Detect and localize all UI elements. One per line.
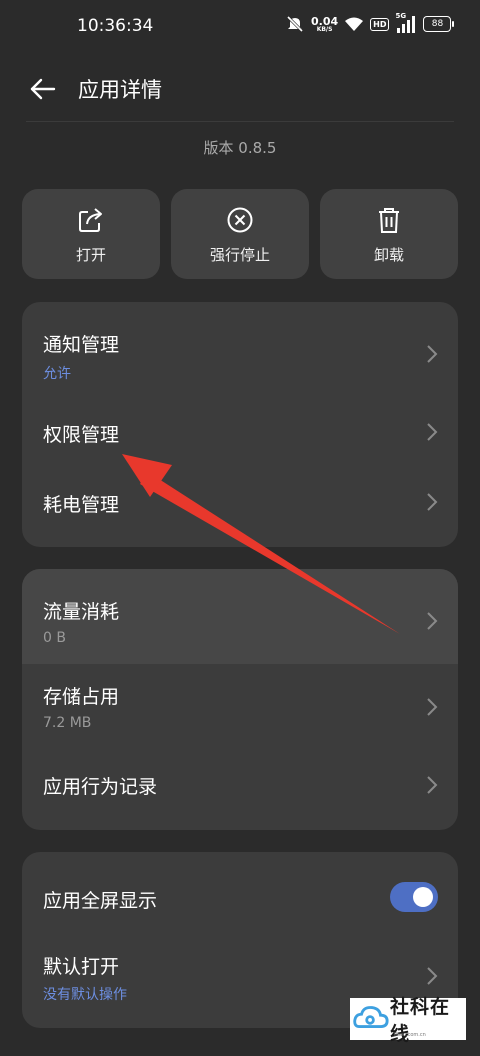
status-bar: 10:36:34 0.04 KB/S HD 5G 88: [0, 0, 480, 56]
chevron-right-icon: [427, 967, 438, 985]
app-behavior-record-item[interactable]: 应用行为记录: [22, 748, 458, 830]
fullscreen-display-title: 应用全屏显示: [43, 890, 158, 912]
fullscreen-display-item: 应用全屏显示: [22, 852, 458, 942]
app-behavior-record-title: 应用行为记录: [43, 776, 158, 798]
chevron-right-icon: [427, 612, 438, 630]
back-arrow-icon[interactable]: [28, 74, 58, 104]
chevron-right-icon: [427, 345, 438, 363]
data-usage-item[interactable]: 流量消耗 0 B: [22, 569, 458, 664]
watermark-url: tlsoo.com.cn: [394, 1032, 426, 1038]
chevron-right-icon: [427, 423, 438, 441]
notification-management-item[interactable]: 通知管理 允许: [22, 302, 458, 400]
storage-usage-item[interactable]: 存储占用 7.2 MB: [22, 664, 458, 748]
chevron-right-icon: [427, 493, 438, 511]
open-button-label: 打开: [75, 246, 106, 264]
permission-management-title: 权限管理: [43, 424, 120, 446]
storage-usage-title: 存储占用: [43, 686, 120, 708]
uninstall-button-label: 卸载: [373, 246, 404, 264]
battery-management-title: 耗电管理: [43, 494, 120, 516]
chevron-right-icon: [427, 776, 438, 794]
management-card: 通知管理 允许 权限管理 耗电管理: [22, 302, 458, 547]
header-divider: [26, 121, 454, 122]
page-title: 应用详情: [78, 78, 162, 102]
battery-management-item[interactable]: 耗电管理: [22, 464, 458, 547]
app-version: 版本 0.8.5: [203, 139, 277, 157]
app-bar: 应用详情: [0, 56, 480, 122]
status-icons: 0.04 KB/S HD 5G 88: [285, 12, 455, 34]
hd-badge: HD: [370, 17, 390, 31]
mute-vibrate-icon: [286, 15, 304, 33]
battery-icon: 88: [423, 16, 455, 32]
storage-usage-value: 7.2 MB: [43, 715, 92, 731]
signal-5g-label: 5G: [395, 12, 407, 20]
toggle-knob: [413, 887, 433, 907]
force-stop-button-label: 强行停止: [209, 246, 270, 264]
force-stop-icon: [227, 207, 253, 233]
cloud-eye-logo-icon: [353, 1006, 389, 1029]
chevron-right-icon: [427, 698, 438, 716]
permission-management-item[interactable]: 权限管理: [22, 400, 458, 464]
network-speed-value: 0.04: [311, 14, 339, 28]
wifi-icon: [345, 17, 364, 31]
open-external-icon: [79, 208, 102, 232]
open-button[interactable]: 打开: [22, 189, 160, 279]
notification-management-status: 允许: [43, 366, 71, 382]
network-speed: 0.04 KB/S: [311, 16, 338, 33]
uninstall-button[interactable]: 卸载: [320, 189, 458, 279]
trash-icon: [379, 208, 399, 233]
notification-management-title: 通知管理: [43, 334, 120, 356]
status-time: 10:36:34: [77, 16, 154, 36]
fullscreen-display-toggle[interactable]: [390, 882, 438, 912]
force-stop-button[interactable]: 强行停止: [171, 189, 309, 279]
default-open-status: 没有默认操作: [43, 987, 127, 1003]
battery-level: 88: [431, 19, 444, 29]
network-speed-unit: KB/S: [316, 25, 333, 33]
watermark: 社科在线 tlsoo.com.cn: [350, 996, 466, 1045]
cell-signal-icon: 5G: [395, 12, 417, 34]
data-usage-title: 流量消耗: [43, 601, 120, 623]
usage-card: 流量消耗 0 B 存储占用 7.2 MB 应用行为记录: [22, 569, 458, 830]
data-usage-value: 0 B: [43, 630, 66, 646]
default-open-title: 默认打开: [43, 956, 120, 978]
